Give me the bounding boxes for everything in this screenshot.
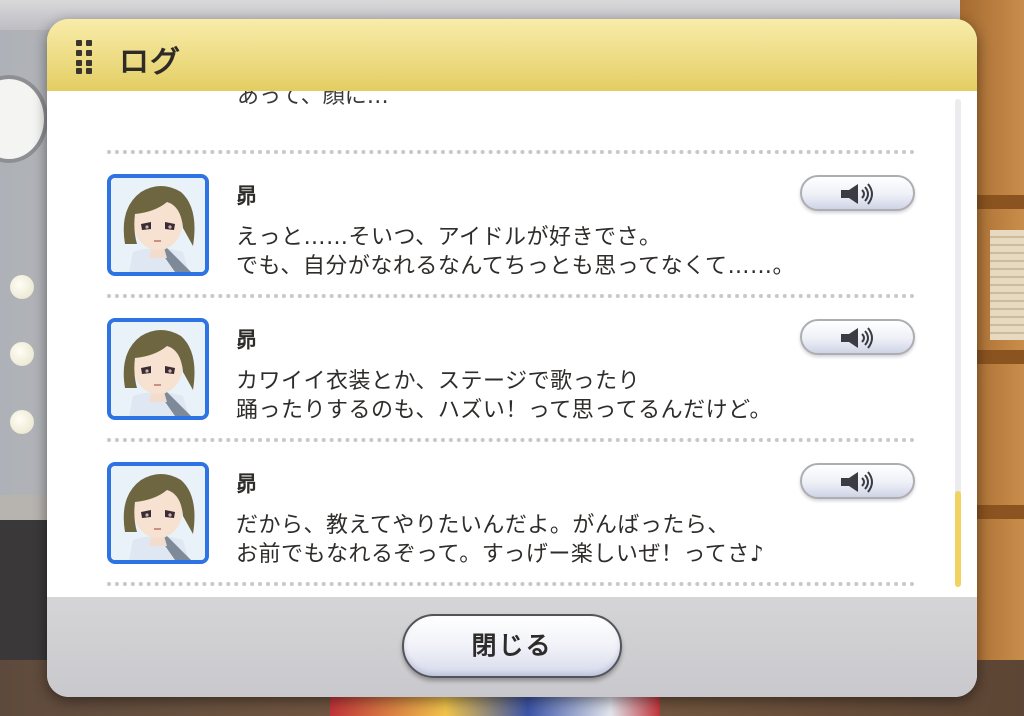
speaker-name: 昴 bbox=[236, 472, 257, 496]
speaker-name: 昴 bbox=[236, 184, 257, 208]
entry-separator bbox=[107, 582, 915, 586]
entry-separator bbox=[107, 150, 915, 154]
background-books bbox=[990, 230, 1024, 340]
entry-separator bbox=[107, 294, 915, 298]
dialogue-line: えっと……そいつ、アイドルが好きでさ。 bbox=[236, 225, 662, 250]
character-portrait bbox=[107, 318, 209, 420]
close-button[interactable]: 閉じる bbox=[402, 614, 622, 678]
dialogue-line: 踊ったりするのも、ハズい！って思ってるんだけど。 bbox=[236, 398, 773, 423]
entry-separator bbox=[107, 438, 915, 442]
log-title: ログ bbox=[119, 45, 181, 80]
background-shelf-board bbox=[975, 350, 1024, 364]
log-footer: 閉じる bbox=[47, 597, 977, 697]
dialogue-line: お前でもなれるぞって。すっげー楽しいぜ！ってさ♪ bbox=[236, 542, 765, 567]
speaker-name: 昴 bbox=[236, 328, 257, 352]
background-mirror-bulb bbox=[10, 410, 34, 434]
log-list[interactable]: あって、顔に… 昴 えっと……そいつ、アイドルが好きでさ。 でも、自分がなれるな… bbox=[47, 91, 977, 597]
background-mirror-bulb bbox=[10, 342, 34, 366]
background-mirror-bulb bbox=[10, 275, 34, 299]
speaker-icon bbox=[841, 327, 873, 349]
play-voice-button[interactable] bbox=[800, 463, 915, 499]
log-entry: 昴 えっと……そいつ、アイドルが好きでさ。 でも、自分がなれるなんてちっとも思っ… bbox=[47, 174, 977, 304]
speaker-icon bbox=[841, 183, 873, 205]
background-shelf-board bbox=[975, 195, 1024, 209]
dialogue-line: カワイイ衣装とか、ステージで歌ったり bbox=[236, 369, 641, 394]
log-entry: 昴 だから、教えてやりたいんだよ。がんばったら、 お前でもなれるぞって。すっげー… bbox=[47, 462, 977, 592]
speaker-icon bbox=[841, 471, 873, 493]
character-portrait bbox=[107, 174, 209, 276]
log-header[interactable]: ログ bbox=[47, 19, 977, 91]
dialogue-line: だから、教えてやりたいんだよ。がんばったら、 bbox=[236, 513, 730, 538]
dialogue-line: でも、自分がなれるなんてちっとも思ってなくて……。 bbox=[236, 254, 795, 279]
log-scrollbar[interactable] bbox=[955, 99, 961, 587]
log-dialog: ログ あって、顔に… 昴 えっと……そいつ、アイドルが好きでさ。 でも、自分がな… bbox=[47, 19, 977, 697]
character-portrait bbox=[107, 462, 209, 564]
play-voice-button[interactable] bbox=[800, 175, 915, 211]
background-shelf-board bbox=[975, 505, 1024, 519]
play-voice-button[interactable] bbox=[800, 319, 915, 355]
log-scrollbar-thumb[interactable] bbox=[955, 491, 961, 587]
log-entry: 昴 カワイイ衣装とか、ステージで歌ったり 踊ったりするのも、ハズい！って思ってる… bbox=[47, 318, 977, 448]
log-entry-partial-text: あって、顔に… bbox=[237, 91, 389, 109]
drag-grip-icon[interactable] bbox=[76, 40, 94, 74]
